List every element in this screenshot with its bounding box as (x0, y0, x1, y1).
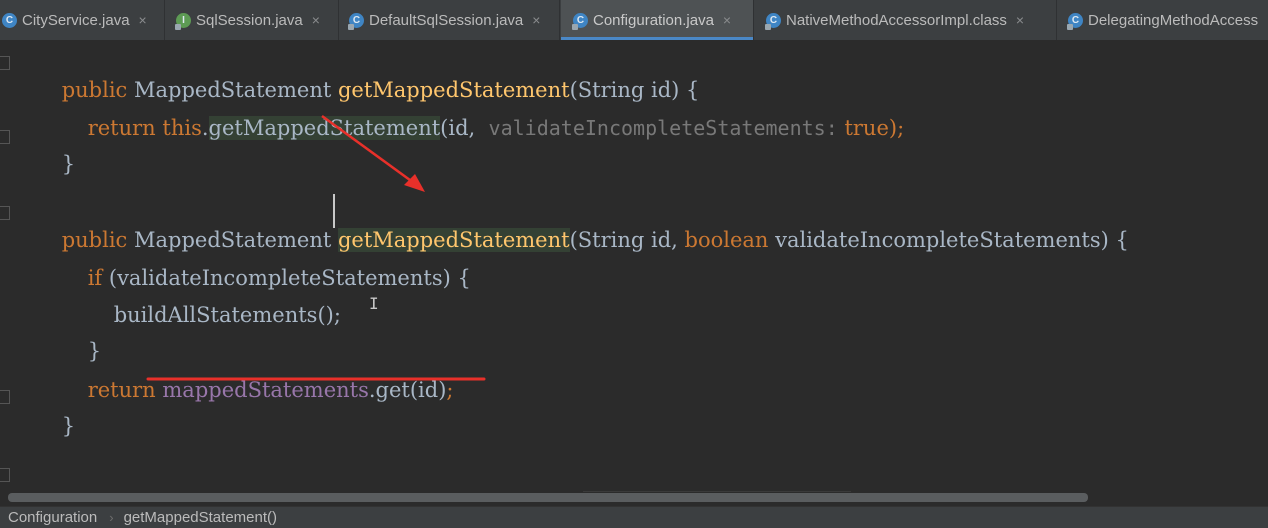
code-line-7: buildAllStatements(); (113, 303, 341, 327)
close-icon[interactable]: × (1016, 12, 1024, 28)
class-icon: C (2, 12, 17, 28)
interface-icon: I (175, 12, 191, 30)
tab-delegating-method-accessor[interactable]: C DelegatingMethodAccess (1058, 0, 1268, 40)
close-icon[interactable]: × (723, 12, 731, 28)
breadcrumb: Configuration › getMappedStatement() (0, 506, 1268, 528)
tab-default-sql-session[interactable]: C DefaultSqlSession.java × (340, 0, 560, 40)
close-icon[interactable]: × (139, 12, 147, 28)
tab-native-method-accessor[interactable]: C NativeMethodAccessorImpl.class × (755, 0, 1057, 40)
close-icon[interactable]: × (312, 12, 320, 28)
breadcrumb-separator-icon: › (109, 510, 114, 525)
method-call-highlight: getMappedStatement (208, 116, 441, 140)
tab-label: Configuration.java (593, 11, 714, 29)
tab-sql-session[interactable]: I SqlSession.java × (166, 0, 339, 40)
tab-label: NativeMethodAccessorImpl.class (786, 11, 1007, 29)
code-line-3: } (61, 152, 76, 176)
code-line-12: public Map<String, XNode> getSqlFragment… (35, 464, 852, 492)
class-file-icon: C (1067, 12, 1083, 30)
horizontal-scrollbar-thumb[interactable] (8, 493, 1088, 502)
code-editor[interactable]: public MappedStatement getMappedStatemen… (0, 40, 1268, 492)
breadcrumb-item-class[interactable]: Configuration (8, 509, 97, 526)
tab-configuration[interactable]: C Configuration.java × (561, 0, 754, 40)
tab-label: CityService.java (22, 11, 130, 29)
tab-label: DelegatingMethodAccess (1088, 11, 1259, 29)
fold-marker-icon[interactable] (0, 390, 10, 404)
field-reference: mappedStatements (162, 378, 369, 402)
class-icon: C (348, 12, 364, 30)
tab-label: DefaultSqlSession.java (369, 11, 524, 29)
fold-marker-icon[interactable] (0, 468, 10, 482)
fold-marker-icon[interactable] (0, 130, 10, 144)
breadcrumb-item-method[interactable]: getMappedStatement() (124, 509, 277, 526)
mouse-ibeam-cursor: I (369, 294, 379, 313)
tab-label: SqlSession.java (196, 11, 303, 29)
fold-marker-icon[interactable] (0, 206, 10, 220)
code-line-10: } (61, 414, 76, 438)
code-line-2: return this.getMappedStatement(id, valid… (87, 116, 905, 140)
close-icon[interactable]: × (532, 12, 540, 28)
editor-tab-bar: C CityService.java × I SqlSession.java ×… (0, 0, 1268, 40)
red-arrow-head-icon (404, 174, 425, 192)
text-caret (333, 194, 335, 228)
tab-city-service[interactable]: C CityService.java × (0, 0, 165, 40)
fold-marker-icon[interactable] (0, 56, 10, 70)
class-icon: C (572, 12, 588, 30)
class-file-icon: C (765, 12, 781, 30)
parameter-hint: validateIncompleteStatements: (488, 116, 838, 140)
code-line-9: return mappedStatements.get(id); (87, 378, 454, 402)
